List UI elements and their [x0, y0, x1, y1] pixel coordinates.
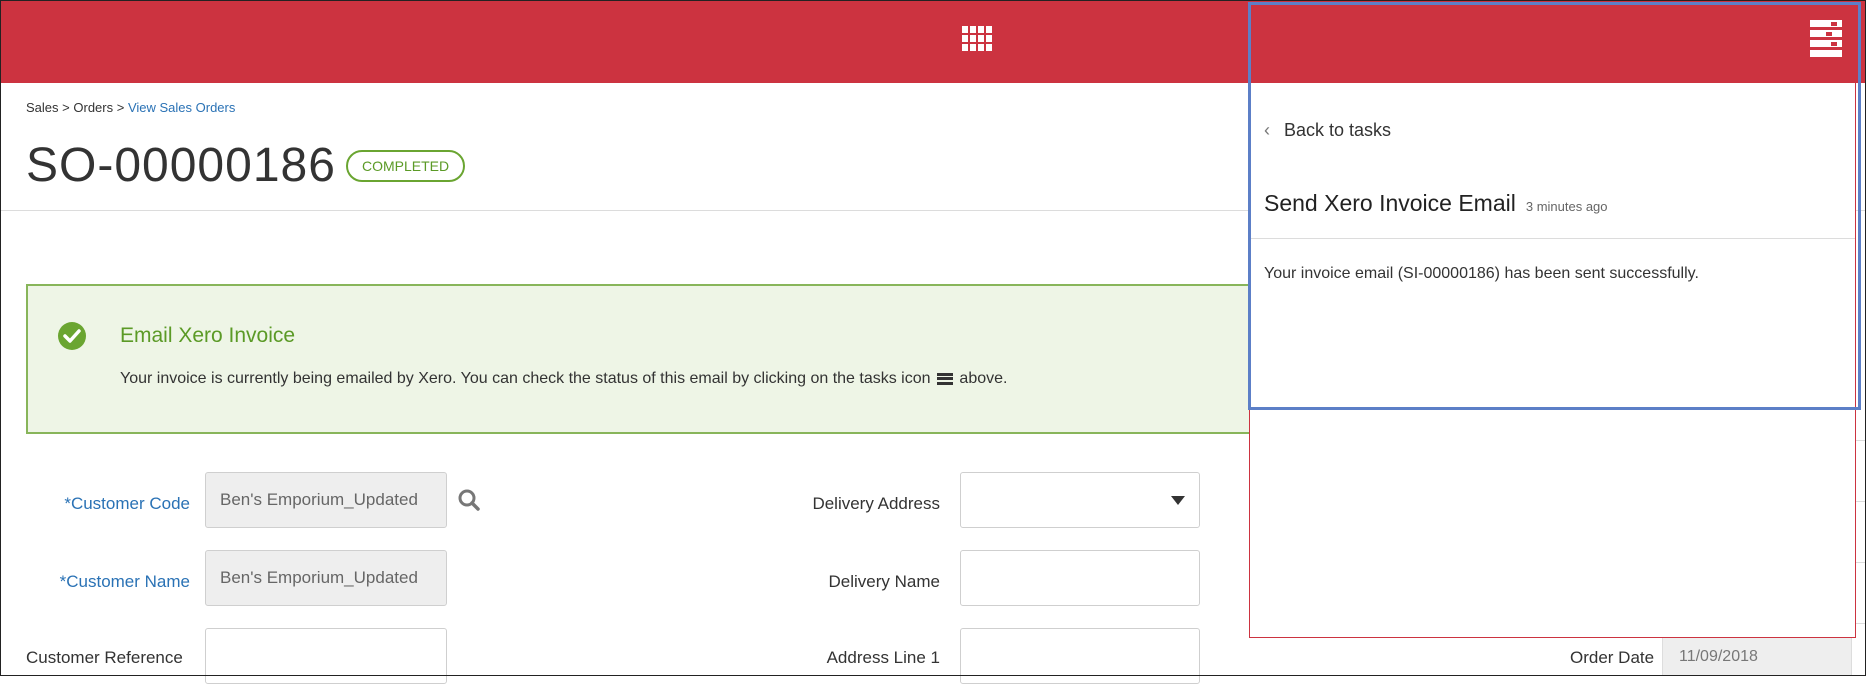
- table-edge: [1855, 440, 1866, 676]
- address-line1-label: Address Line 1: [826, 648, 940, 667]
- breadcrumb: Sales > Orders > View Sales Orders: [26, 100, 236, 115]
- chevron-down-icon: [1171, 496, 1185, 505]
- customer-name-field[interactable]: Ben's Emporium_Updated: [205, 550, 447, 606]
- customer-name-label: *Customer Name: [59, 572, 190, 591]
- page-title: SO-00000186: [26, 139, 336, 192]
- delivery-address-label: Delivery Address: [812, 494, 940, 513]
- order-date-label: Order Date: [1570, 648, 1655, 667]
- breadcrumb-view-sales-orders[interactable]: View Sales Orders: [128, 100, 235, 115]
- tasks-panel-highlight: [1248, 2, 1861, 410]
- delivery-name-field[interactable]: [960, 550, 1200, 606]
- tasks-icon: [936, 372, 953, 385]
- delivery-address-select[interactable]: [960, 472, 1200, 528]
- breadcrumb-orders[interactable]: Orders: [73, 100, 113, 115]
- tasks-icon[interactable]: [1810, 20, 1842, 57]
- breadcrumb-sales[interactable]: Sales: [26, 100, 59, 115]
- order-date-field[interactable]: 11/09/2018: [1662, 636, 1852, 676]
- customer-reference-label: Customer Reference: [26, 648, 183, 667]
- alert-message: Your invoice is currently being emailed …: [120, 370, 1008, 387]
- status-badge: COMPLETED: [346, 150, 466, 182]
- alert-title: Email Xero Invoice: [120, 324, 296, 347]
- apps-grid-icon[interactable]: [962, 26, 992, 54]
- delivery-name-label: Delivery Name: [828, 572, 940, 591]
- success-alert: Email Xero Invoice Your invoice is curre…: [26, 284, 1278, 434]
- customer-code-field[interactable]: Ben's Emporium_Updated: [205, 472, 447, 528]
- search-icon[interactable]: [458, 489, 480, 511]
- check-circle-icon: [58, 322, 86, 350]
- customer-code-label: *Customer Code: [64, 494, 190, 513]
